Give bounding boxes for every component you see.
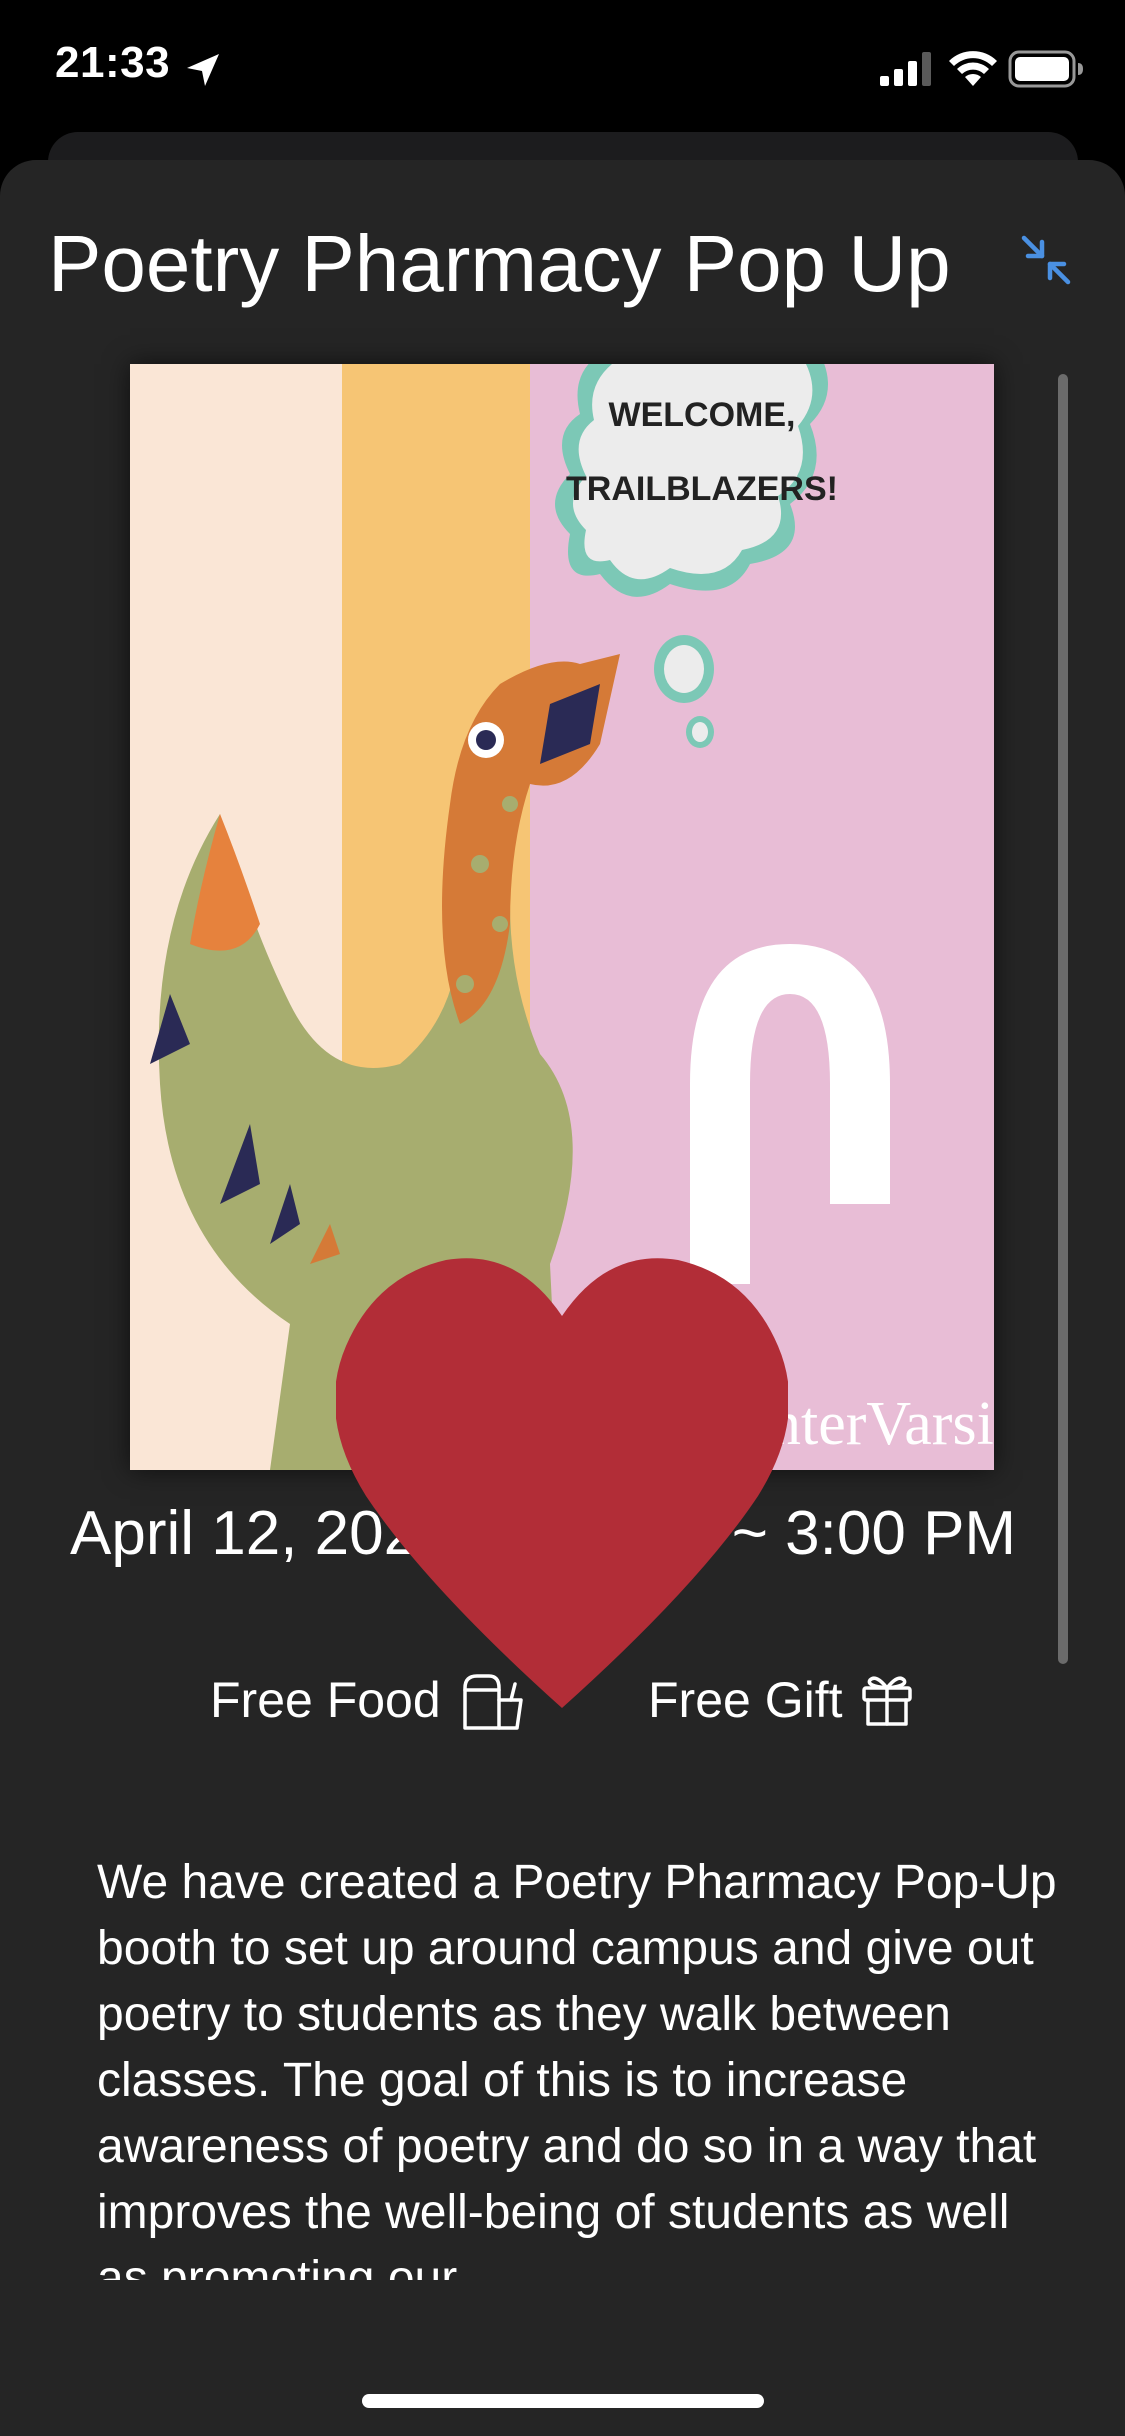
speech-line-2: TRAILBLAZERS! [566, 470, 838, 508]
location-arrow-icon [187, 54, 219, 86]
scroll-indicator[interactable] [1058, 374, 1068, 1664]
battery-icon [1008, 50, 1083, 88]
event-detail-sheet: Poetry Pharmacy Pop Up WELCOME, TRAILBLA… [0, 160, 1125, 2436]
event-description: We have created a Poetry Pharmacy Pop-Up… [97, 1856, 1057, 2280]
speech-line-1: WELCOME, [609, 396, 796, 434]
home-indicator[interactable] [362, 2394, 764, 2408]
gift-icon [862, 1676, 913, 1726]
event-title: Poetry Pharmacy Pop Up [48, 219, 951, 308]
wifi-icon [949, 51, 997, 86]
cellular-signal-icon [880, 52, 931, 86]
status-bar: 21:33 [0, 0, 1125, 140]
heart-icon[interactable] [336, 1256, 788, 1708]
collapse-icon[interactable] [1018, 232, 1074, 288]
status-time: 21:33 [55, 38, 171, 87]
brand-text: nterVarsity [770, 1390, 994, 1458]
